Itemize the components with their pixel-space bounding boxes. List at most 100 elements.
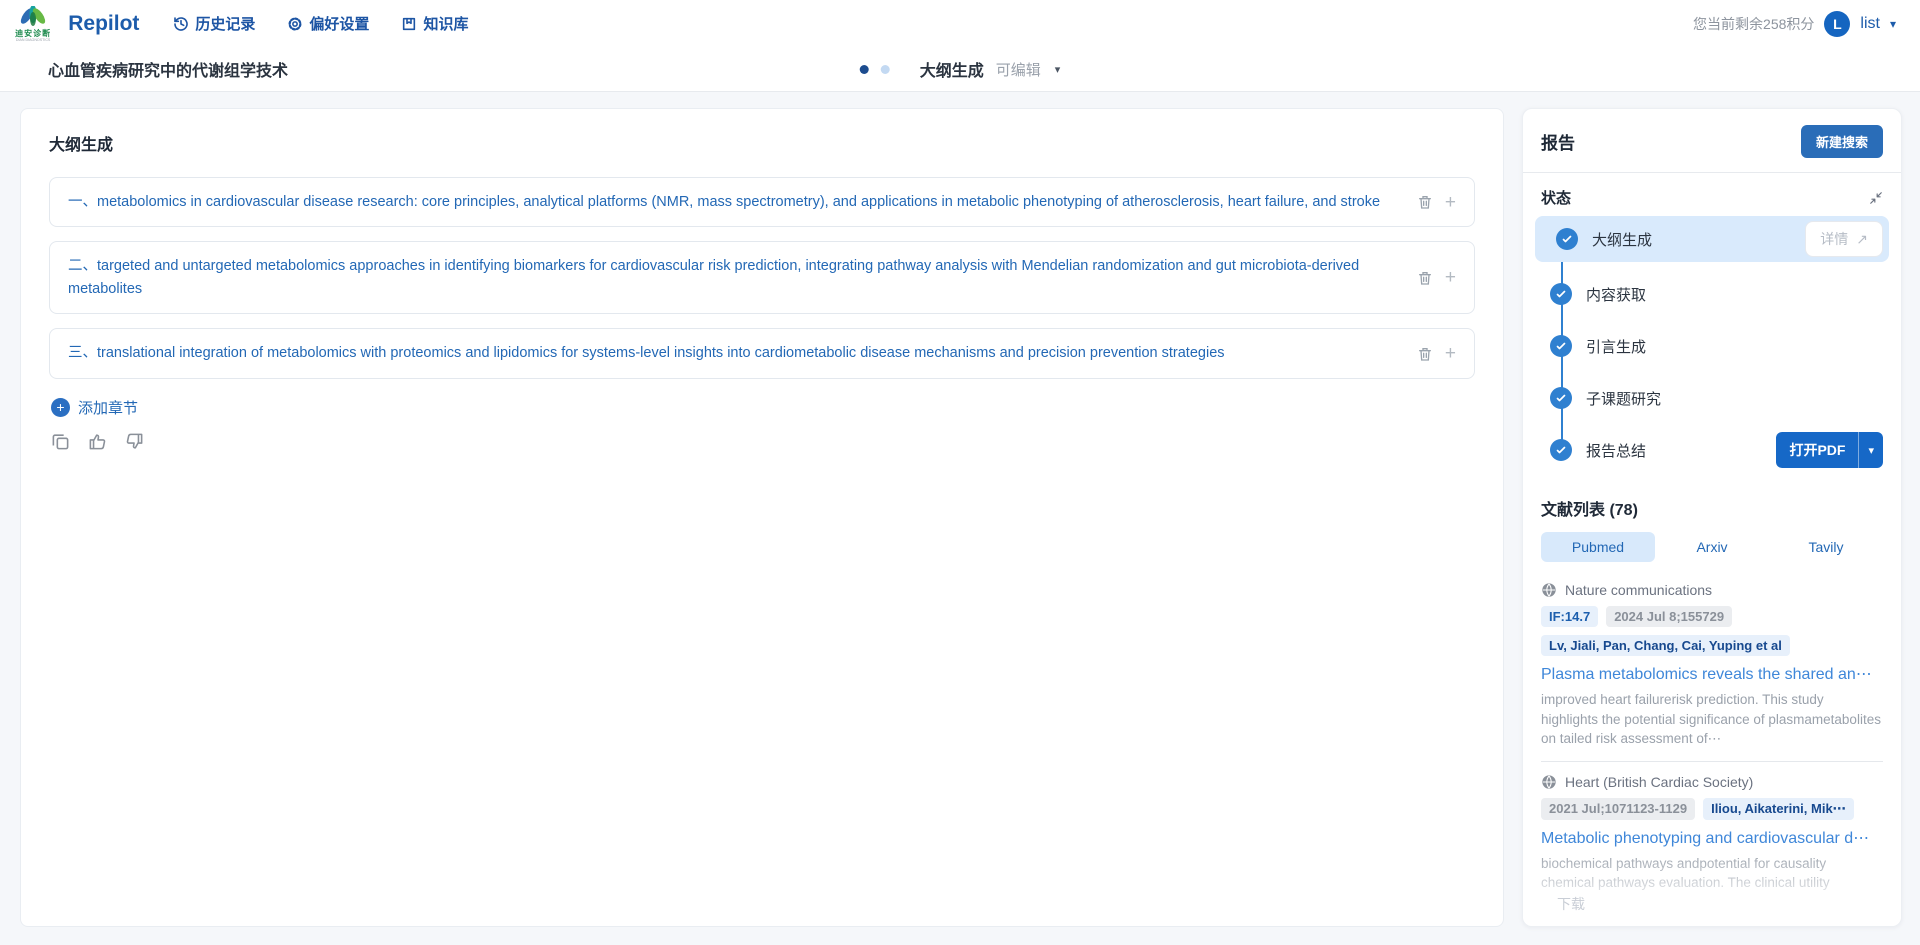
chevron-down-icon[interactable]: ▾: [1859, 432, 1883, 468]
history-icon: [173, 16, 189, 32]
dot-inactive[interactable]: [881, 65, 890, 74]
feedback-actions: [51, 432, 1475, 451]
outline-item-text: 一、metabolomics in cardiovascular disease…: [68, 191, 1403, 213]
step-label: 子课题研究: [1586, 388, 1883, 409]
add-section-inline-button[interactable]: +: [1445, 344, 1456, 363]
detail-button[interactable]: 详情 ↗: [1805, 221, 1883, 257]
journal-row: Nature communications: [1541, 582, 1883, 598]
document-title: 心血管疾病研究中的代谢组学技术: [48, 57, 288, 81]
delete-section-button[interactable]: [1417, 346, 1433, 362]
delete-section-button[interactable]: [1417, 194, 1433, 210]
check-circle-icon: [1550, 335, 1572, 357]
outline-item-2[interactable]: 二、targeted and untargeted metabolomics a…: [49, 241, 1475, 314]
entry-description: biochemical pathways andpotential for ca…: [1541, 854, 1883, 893]
report-sidebar: 报告 新建搜索 状态 大纲生成 详情 ↗: [1522, 108, 1902, 927]
status-title: 状态: [1541, 187, 1571, 208]
gear-icon: [287, 16, 303, 32]
outline-card: 大纲生成 一、metabolomics in cardiovascular di…: [20, 108, 1504, 927]
stage-label: 大纲生成: [920, 57, 984, 81]
step-label: 内容获取: [1586, 284, 1883, 305]
step-subtopic-research[interactable]: 子课题研究: [1541, 372, 1883, 424]
globe-icon: [1541, 582, 1557, 598]
outline-item-actions: +: [1417, 268, 1456, 287]
dian-diagnostics-logo: 迪安诊断 DIAN DIAGNOSTICS: [14, 6, 52, 42]
new-search-button[interactable]: 新建搜索: [1801, 125, 1883, 158]
entry-description: improved heart failurerisk prediction. T…: [1541, 690, 1883, 749]
book-icon: [401, 16, 417, 32]
trash-icon: [1417, 194, 1433, 210]
badge-row: IF:14.7 2024 Jul 8;155729: [1541, 606, 1883, 627]
avatar[interactable]: L: [1824, 11, 1850, 37]
chevron-down-icon[interactable]: ▾: [1890, 17, 1896, 31]
step-label: 大纲生成: [1592, 229, 1805, 250]
check-circle-icon: [1550, 439, 1572, 461]
outline-item-actions: +: [1417, 344, 1456, 363]
tab-arxiv[interactable]: Arxiv: [1655, 532, 1769, 562]
authors-badge: Lv, Jiali, Pan, Chang, Cai, Yuping et al: [1541, 635, 1790, 656]
open-pdf-label[interactable]: 打开PDF: [1776, 432, 1859, 468]
username[interactable]: list: [1860, 15, 1880, 33]
stage-switcher[interactable]: 大纲生成 可编辑 ▾: [860, 47, 1061, 91]
outline-item-3[interactable]: 三、translational integration of metabolom…: [49, 328, 1475, 378]
entry-title-link[interactable]: Metabolic phenotyping and cardiovascular…: [1541, 828, 1883, 848]
outline-item-text: 二、targeted and untargeted metabolomics a…: [68, 255, 1403, 300]
badge-row: 2021 Jul;1071123-1129 Iliou, Aikaterini,…: [1541, 798, 1883, 820]
thumbs-down-button[interactable]: [125, 432, 144, 451]
step-content-fetch[interactable]: 内容获取: [1541, 268, 1883, 320]
nav-knowledge-base-label: 知识库: [423, 13, 468, 34]
nav-history-label: 历史记录: [195, 13, 255, 34]
add-section-inline-button[interactable]: +: [1445, 193, 1456, 212]
copy-icon: [51, 432, 70, 451]
outline-item-1[interactable]: 一、metabolomics in cardiovascular disease…: [49, 177, 1475, 227]
step-label: 报告总结: [1586, 440, 1776, 461]
date-badge: 2024 Jul 8;155729: [1606, 606, 1732, 627]
download-label[interactable]: 下载: [1557, 894, 1585, 914]
badge-row: Lv, Jiali, Pan, Chang, Cai, Yuping et al: [1541, 635, 1883, 656]
circle-plus-icon: +: [51, 398, 70, 417]
thumbs-up-icon: [88, 432, 107, 451]
app-header: 迪安诊断 DIAN DIAGNOSTICS Repilot 历史记录 偏好设置 …: [0, 0, 1920, 47]
literature-tabs: Pubmed Arxiv Tavily: [1541, 532, 1883, 562]
authors-badge: Iliou, Aikaterini, Mik⋯: [1703, 798, 1854, 820]
step-outline-generation[interactable]: 大纲生成 详情 ↗: [1535, 216, 1889, 262]
brand-title: Repilot: [68, 12, 139, 36]
journal-name: Heart (British Cardiac Society): [1565, 774, 1753, 790]
add-section-inline-button[interactable]: +: [1445, 268, 1456, 287]
step-report-summary[interactable]: 报告总结 打开PDF ▾: [1541, 424, 1883, 476]
stage-status: 可编辑: [996, 59, 1041, 80]
detail-label: 详情: [1820, 229, 1848, 249]
subheader: 心血管疾病研究中的代谢组学技术 大纲生成 可编辑 ▾: [0, 47, 1920, 92]
sidebar-header: 报告 新建搜索: [1523, 125, 1901, 173]
check-circle-icon: [1556, 228, 1578, 250]
impact-factor-badge: IF:14.7: [1541, 606, 1598, 627]
tab-tavily[interactable]: Tavily: [1769, 532, 1883, 562]
nav-preferences-label: 偏好设置: [309, 13, 369, 34]
add-chapter-button[interactable]: + 添加章节: [51, 397, 1475, 418]
thumbs-up-button[interactable]: [88, 432, 107, 451]
nav-history[interactable]: 历史记录: [173, 13, 255, 34]
content-area: 大纲生成 一、metabolomics in cardiovascular di…: [0, 92, 1920, 945]
collapse-icon[interactable]: [1869, 191, 1883, 205]
trash-icon: [1417, 270, 1433, 286]
literature-entry-2: Heart (British Cardiac Society) 2021 Jul…: [1541, 761, 1883, 905]
tab-pubmed[interactable]: Pubmed: [1541, 532, 1655, 562]
nav-preferences[interactable]: 偏好设置: [287, 13, 369, 34]
plus-icon: +: [1445, 344, 1456, 363]
open-pdf-button[interactable]: 打开PDF ▾: [1776, 432, 1883, 468]
dot-active[interactable]: [860, 65, 869, 74]
external-link-icon: ↗: [1856, 231, 1868, 248]
main-nav: 历史记录 偏好设置 知识库: [173, 13, 468, 34]
trash-icon: [1417, 346, 1433, 362]
copy-button[interactable]: [51, 432, 70, 451]
delete-section-button[interactable]: [1417, 270, 1433, 286]
outline-item-actions: +: [1417, 193, 1456, 212]
step-label: 引言生成: [1586, 336, 1883, 357]
chevron-down-icon[interactable]: ▾: [1055, 63, 1061, 76]
logo-text: 迪安诊断: [15, 30, 51, 38]
pagination-dots: [860, 65, 890, 74]
date-badge: 2021 Jul;1071123-1129: [1541, 798, 1695, 820]
literature-entry-1: Nature communications IF:14.7 2024 Jul 8…: [1541, 574, 1883, 761]
step-intro-generation[interactable]: 引言生成: [1541, 320, 1883, 372]
entry-title-link[interactable]: Plasma metabolomics reveals the shared a…: [1541, 664, 1883, 684]
nav-knowledge-base[interactable]: 知识库: [401, 13, 468, 34]
